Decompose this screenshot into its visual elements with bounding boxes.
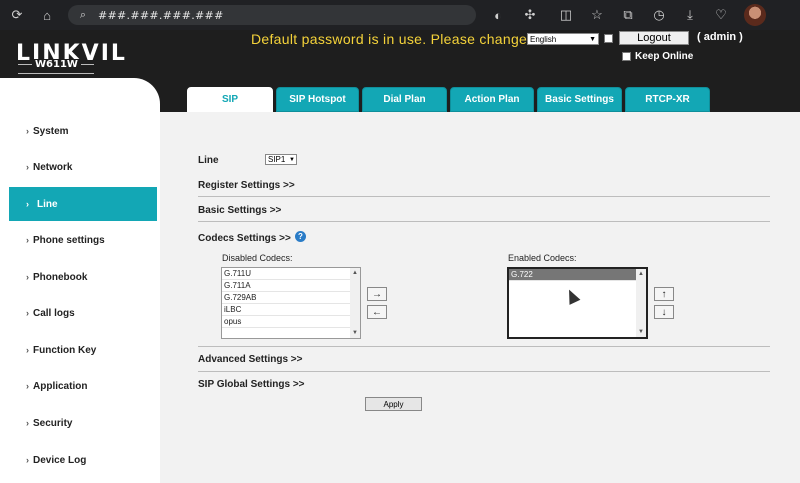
- enabled-codecs-title: Enabled Codecs:: [508, 253, 577, 263]
- line-select[interactable]: SIP1 ▼: [265, 154, 297, 165]
- list-item[interactable]: G.722: [509, 269, 646, 281]
- scroll-down-icon[interactable]: ▼: [638, 329, 644, 335]
- sidebar-item-phone-settings[interactable]: › Phone settings: [0, 223, 157, 257]
- chevron-right-icon: ›: [26, 308, 29, 318]
- sidebar-item-network[interactable]: › Network: [0, 150, 157, 184]
- divider: [198, 346, 770, 347]
- logout-button[interactable]: Logout: [619, 31, 689, 45]
- password-warning: Default password is in use. Please chang…: [251, 31, 528, 47]
- history-icon[interactable]: ◷: [649, 5, 669, 25]
- language-value: English: [530, 34, 557, 44]
- split-icon[interactable]: ◫: [556, 5, 576, 25]
- favorites-icon[interactable]: ☆: [587, 5, 607, 25]
- tab-action-plan[interactable]: Action Plan: [450, 87, 534, 112]
- move-right-button[interactable]: →: [367, 287, 387, 301]
- url-text: ###.###.###.###: [98, 8, 224, 22]
- scroll-down-icon[interactable]: ▼: [352, 330, 358, 336]
- chevron-right-icon: ›: [26, 162, 29, 172]
- tab-basic-settings[interactable]: Basic Settings: [537, 87, 622, 112]
- profile-avatar[interactable]: [744, 4, 766, 26]
- sidebar-item-device-log[interactable]: › Device Log: [0, 443, 157, 477]
- scrollbar[interactable]: ▲ ▼: [636, 269, 646, 337]
- disabled-codecs-title: Disabled Codecs:: [222, 253, 293, 263]
- performance-icon[interactable]: ♡: [711, 5, 731, 25]
- sidebar-item-system[interactable]: › System: [0, 114, 157, 148]
- home-icon[interactable]: ⌂: [37, 5, 57, 25]
- sidebar-item-phonebook[interactable]: › Phonebook: [0, 260, 157, 294]
- move-down-button[interactable]: ↓: [654, 305, 674, 319]
- help-icon[interactable]: ?: [295, 231, 306, 242]
- tab-sip[interactable]: SIP: [187, 87, 273, 112]
- scrollbar[interactable]: ▲ ▼: [350, 268, 360, 338]
- list-item[interactable]: G.729AB: [222, 292, 360, 304]
- list-item[interactable]: iLBC: [222, 304, 360, 316]
- sidebar-item-line[interactable]: › Line: [9, 187, 157, 221]
- list-item[interactable]: G.711A: [222, 280, 360, 292]
- tab-sip-hotspot[interactable]: SIP Hotspot: [276, 87, 359, 112]
- chevron-right-icon: ›: [26, 345, 29, 355]
- scroll-up-icon[interactable]: ▲: [638, 271, 644, 277]
- line-label: Line: [198, 155, 219, 166]
- chevron-right-icon: ›: [26, 381, 29, 391]
- search-icon: ⌕: [79, 8, 87, 21]
- move-left-button[interactable]: ←: [367, 305, 387, 319]
- list-item[interactable]: G.711U: [222, 268, 360, 280]
- download-icon[interactable]: ⤓: [680, 5, 700, 25]
- list-item[interactable]: opus: [222, 316, 360, 328]
- refresh-icon[interactable]: ⟳: [7, 5, 27, 25]
- extension-icon[interactable]: ✣: [520, 5, 540, 25]
- chevron-right-icon: ›: [26, 199, 29, 209]
- tab-rtcp-xr[interactable]: RTCP-XR: [625, 87, 710, 112]
- keep-online-checkbox[interactable]: [622, 52, 631, 61]
- line-select-value: SIP1: [268, 155, 286, 164]
- sidebar-item-call-logs[interactable]: › Call logs: [0, 296, 157, 330]
- divider: [198, 371, 770, 372]
- model-label: W611W: [32, 59, 81, 70]
- address-bar[interactable]: ⌕ ###.###.###.###: [68, 5, 476, 25]
- collections-icon[interactable]: ⧉: [618, 5, 638, 25]
- basic-settings-link[interactable]: Basic Settings >>: [198, 205, 281, 216]
- chevron-right-icon: ›: [26, 418, 29, 428]
- move-up-button[interactable]: ↑: [654, 287, 674, 301]
- register-settings-link[interactable]: Register Settings >>: [198, 180, 295, 191]
- checkbox-language[interactable]: [604, 34, 613, 43]
- browser-toolbar: ⟳ ⌂ ⌕ ###.###.###.### ◐ ✣ ◫ ☆ ⧉ ◷ ⤓ ♡: [0, 0, 800, 30]
- chevron-right-icon: ›: [26, 126, 29, 136]
- divider: [198, 196, 770, 197]
- enabled-codecs-list[interactable]: G.722 ▲ ▼: [507, 267, 648, 339]
- tab-dial-plan[interactable]: Dial Plan: [362, 87, 447, 112]
- chevron-right-icon: ›: [26, 272, 29, 282]
- chevron-down-icon: ▼: [589, 35, 596, 43]
- language-select[interactable]: English ▼: [527, 33, 599, 45]
- chevron-right-icon: ›: [26, 455, 29, 465]
- codecs-settings-link[interactable]: Codecs Settings >>: [198, 233, 291, 244]
- sidebar-item-function-key[interactable]: › Function Key: [0, 333, 157, 367]
- advanced-settings-link[interactable]: Advanced Settings >>: [198, 354, 302, 365]
- chevron-right-icon: ›: [26, 235, 29, 245]
- divider: [198, 221, 770, 222]
- scroll-up-icon[interactable]: ▲: [352, 270, 358, 276]
- keep-online-label: Keep Online: [635, 51, 694, 62]
- user-label: ( admin ): [697, 31, 743, 43]
- apply-button[interactable]: Apply: [365, 397, 422, 411]
- disabled-codecs-list[interactable]: G.711U G.711A G.729AB iLBC opus ▲ ▼: [221, 267, 361, 339]
- chevron-down-icon: ▼: [289, 156, 295, 163]
- sip-global-settings-link[interactable]: SIP Global Settings >>: [198, 379, 305, 390]
- sidebar-item-application[interactable]: › Application: [0, 369, 157, 403]
- sidebar-item-security[interactable]: › Security: [0, 406, 157, 440]
- tracking-icon[interactable]: ◐: [488, 5, 508, 25]
